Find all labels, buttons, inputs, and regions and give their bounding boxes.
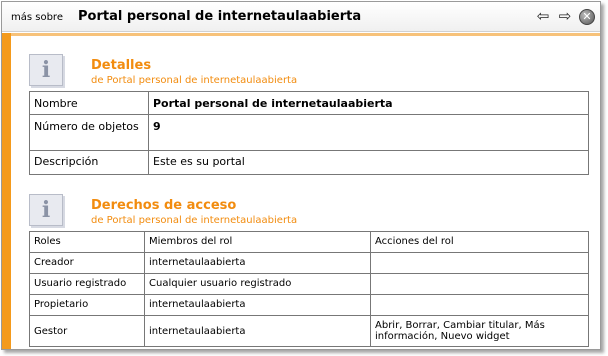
details-header: i Detalles de Portal personal de interne… <box>29 54 589 90</box>
info-icon: i <box>29 54 63 86</box>
details-title: Detalles <box>91 58 152 73</box>
table-row: Número de objetos 9 <box>29 114 589 151</box>
detail-value: Portal personal de internetaulaabierta <box>148 91 589 115</box>
members-cell: internetaulaabierta <box>144 252 371 274</box>
table-row: Descripción Este es su portal <box>29 150 589 175</box>
column-header: Roles <box>29 231 145 253</box>
titlebar: más sobre Portal personal de internetaul… <box>2 2 600 32</box>
info-icon: i <box>29 194 63 226</box>
role-cell: Usuario registrado <box>29 273 145 295</box>
access-title: Derechos de acceso <box>91 198 237 213</box>
title-prefix: más sobre <box>11 12 63 23</box>
close-icon[interactable]: ✕ <box>579 9 595 25</box>
actions-cell <box>370 273 589 295</box>
accent-topline <box>11 33 600 36</box>
role-cell: Creador <box>29 252 145 274</box>
details-table: Nombre Portal personal de internetaulaab… <box>29 91 589 175</box>
table-row: Propietario internetaulaabierta <box>29 294 589 316</box>
window-title: Portal personal de internetaulaabierta <box>78 9 362 24</box>
table-row: Creador internetaulaabierta <box>29 252 589 274</box>
actions-cell <box>370 294 589 316</box>
table-row: Nombre Portal personal de internetaulaab… <box>29 91 589 115</box>
details-subtitle: de Portal personal de internetaulaabiert… <box>91 75 298 86</box>
members-cell: Cualquier usuario registrado <box>144 273 371 295</box>
column-header: Miembros del rol <box>144 231 371 253</box>
detail-value: Este es su portal <box>148 150 589 175</box>
members-cell: internetaulaabierta <box>144 294 371 316</box>
detail-key: Descripción <box>29 150 149 175</box>
column-header: Acciones del rol <box>370 231 589 253</box>
role-cell: Propietario <box>29 294 145 316</box>
detail-key: Número de objetos <box>29 114 149 151</box>
actions-cell <box>370 252 589 274</box>
forward-arrow-icon[interactable]: ⇨ <box>556 8 574 26</box>
access-subtitle: de Portal personal de internetaulaabiert… <box>91 215 298 226</box>
roles-table: Roles Miembros del rol Acciones del rol … <box>29 231 589 347</box>
accent-sidebar <box>2 33 11 349</box>
table-row: Gestor internetaulaabierta Abrir, Borrar… <box>29 315 589 347</box>
role-cell: Gestor <box>29 315 145 347</box>
detail-value: 9 <box>148 114 589 151</box>
table-header-row: Roles Miembros del rol Acciones del rol <box>29 231 589 253</box>
access-header: i Derechos de acceso de Portal personal … <box>29 194 589 230</box>
actions-cell: Abrir, Borrar, Cambiar titular, Más info… <box>370 315 589 347</box>
info-window: más sobre Portal personal de internetaul… <box>1 1 601 350</box>
detail-key: Nombre <box>29 91 149 115</box>
members-cell: internetaulaabierta <box>144 315 371 347</box>
table-row: Usuario registrado Cualquier usuario reg… <box>29 273 589 295</box>
back-arrow-icon[interactable]: ⇦ <box>534 8 552 26</box>
